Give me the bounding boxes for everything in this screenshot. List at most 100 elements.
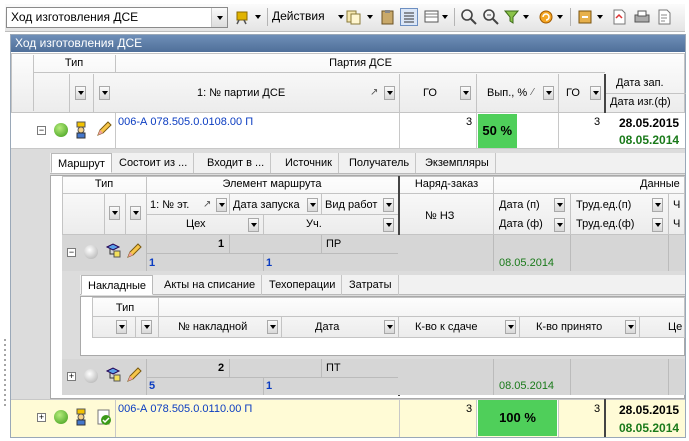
- invoice-type-sort[interactable]: [141, 320, 152, 334]
- route-col-start[interactable]: Дата запуска: [233, 199, 300, 211]
- tab-writeoff-acts[interactable]: Акты на списание: [158, 275, 263, 295]
- edit-pencil-icon[interactable]: [96, 121, 112, 140]
- chevron-down-icon[interactable]: [441, 8, 449, 26]
- col-date-made-header[interactable]: Дата изг.(ф): [610, 96, 671, 108]
- route-col-stage[interactable]: 1: № эт.: [150, 199, 189, 211]
- section-value: 1: [266, 257, 273, 269]
- progress-fill: 100 %: [478, 400, 557, 436]
- type-sort-dropdown[interactable]: [99, 86, 110, 100]
- tab-consists-of[interactable]: Состоит из ...: [113, 153, 195, 173]
- route-col-shop[interactable]: Цех: [186, 218, 206, 230]
- tab-route[interactable]: Маршрут: [51, 153, 112, 173]
- filter-icon[interactable]: [503, 8, 521, 26]
- route-shop-filter[interactable]: [248, 218, 259, 232]
- col-date-start-header[interactable]: Дата зап.: [616, 77, 664, 89]
- route-start-filter[interactable]: [307, 198, 318, 212]
- party-link[interactable]: 006-А 078.505.0.0110.00 П: [118, 403, 252, 415]
- tab-included-in[interactable]: Входит в ...: [201, 153, 272, 173]
- invoice-col-no[interactable]: № накладной: [178, 321, 247, 333]
- worker-icon: [73, 408, 89, 429]
- route-worktype-filter[interactable]: [383, 198, 394, 212]
- progress-track: 100 %: [477, 400, 558, 436]
- actions-label: Действия: [272, 9, 325, 23]
- collapse-row-toggle[interactable]: −: [67, 248, 76, 257]
- route-stage-filter[interactable]: [216, 198, 227, 212]
- document-icon[interactable]: [655, 8, 673, 26]
- invoice-no-filter[interactable]: [267, 320, 278, 334]
- tab-invoices[interactable]: Накладные: [81, 275, 154, 295]
- route-col-labor-p[interactable]: Труд.ед.(п): [576, 199, 631, 211]
- invoice-type-filter[interactable]: [116, 320, 127, 334]
- search-icon[interactable]: [460, 8, 478, 26]
- invoice-col-qty-give[interactable]: К-во к сдаче: [415, 321, 477, 333]
- route-col-data-group: Данные: [640, 178, 680, 190]
- list-view-icon[interactable]: [400, 8, 418, 26]
- route-col-nz[interactable]: № НЗ: [425, 210, 454, 222]
- route-link-icon: [105, 243, 123, 262]
- chevron-down-icon[interactable]: [596, 8, 604, 26]
- tab-instances[interactable]: Экземпляры: [419, 153, 496, 173]
- go-filter-dropdown[interactable]: [460, 86, 471, 100]
- collapse-row-toggle[interactable]: −: [37, 126, 46, 135]
- chevron-down-icon[interactable]: [522, 8, 530, 26]
- route-col-date-p[interactable]: Дата (п): [499, 199, 540, 211]
- tab-source[interactable]: Источник: [279, 153, 339, 173]
- paste-icon[interactable]: [379, 8, 397, 26]
- type-filter-dropdown[interactable]: [75, 86, 86, 100]
- table-row[interactable]: [11, 113, 685, 149]
- route-col-labor-f[interactable]: Труд.ед.(ф): [576, 218, 634, 230]
- chevron-down-icon[interactable]: [254, 8, 262, 26]
- invoice-qty-taken-filter[interactable]: [625, 320, 636, 334]
- chevron-down-icon[interactable]: [556, 8, 564, 26]
- refresh-icon[interactable]: [537, 8, 555, 26]
- sort-icon: ⁄: [532, 87, 534, 98]
- party-link[interactable]: 006-А 078.505.0.0108.00 П: [118, 116, 253, 128]
- table-row[interactable]: [11, 399, 685, 437]
- go2-filter-dropdown[interactable]: [590, 86, 601, 100]
- report-icon[interactable]: [610, 8, 628, 26]
- tab-recipient[interactable]: Получатель: [343, 153, 417, 173]
- done-filter-dropdown[interactable]: [543, 86, 554, 100]
- route-type-sort[interactable]: [130, 206, 141, 220]
- route-col-worktype[interactable]: Вид работ: [325, 199, 377, 211]
- tab-costs[interactable]: Затраты: [343, 275, 399, 295]
- splitter-grip[interactable]: [2, 335, 8, 435]
- tools-icon[interactable]: [234, 8, 252, 26]
- route-col-extra: Ч: [673, 199, 681, 211]
- route-type-filter[interactable]: [109, 206, 120, 220]
- edit-pencil-icon[interactable]: [126, 367, 142, 386]
- route-date-p-filter[interactable]: [554, 198, 565, 212]
- route-labor-p-filter[interactable]: [652, 198, 663, 212]
- invoice-col-date[interactable]: Дата: [315, 321, 339, 333]
- invoice-col-qty-taken[interactable]: К-во принято: [536, 321, 602, 333]
- col-go2-header[interactable]: ГО: [566, 87, 580, 99]
- route-date-f-filter[interactable]: [554, 218, 565, 232]
- chevron-down-icon[interactable]: [211, 8, 227, 27]
- table-view-icon[interactable]: [423, 8, 441, 26]
- actions-menu-button[interactable]: Действия: [272, 9, 344, 23]
- col-go-header[interactable]: ГО: [423, 87, 437, 99]
- route-section-filter[interactable]: [383, 218, 394, 232]
- expand-row-toggle[interactable]: +: [67, 372, 76, 381]
- sort-asc-icon: ↗: [370, 87, 379, 98]
- find-next-icon[interactable]: [482, 8, 500, 26]
- view-select[interactable]: Ход изготовления ДСЕ: [6, 7, 228, 28]
- export-icon[interactable]: [576, 8, 594, 26]
- route-col-date-f[interactable]: Дата (ф): [499, 218, 543, 230]
- chevron-down-icon[interactable]: [366, 8, 374, 26]
- route-labor-f-filter[interactable]: [652, 218, 663, 232]
- invoice-qty-give-filter[interactable]: [505, 320, 516, 334]
- expand-row-toggle[interactable]: +: [37, 413, 46, 422]
- col-done-header[interactable]: Вып., %: [487, 87, 527, 99]
- invoice-date-filter[interactable]: [384, 320, 395, 334]
- print-icon[interactable]: [633, 8, 651, 26]
- col-party-no-header[interactable]: 1: № партии ДСЕ: [197, 87, 285, 99]
- edit-pencil-icon[interactable]: [126, 243, 142, 262]
- party-filter-dropdown[interactable]: [384, 86, 395, 100]
- route-col-section[interactable]: Уч.: [306, 218, 322, 230]
- copy-icon[interactable]: [345, 8, 363, 26]
- approved-doc-icon[interactable]: [96, 408, 112, 429]
- progress-fill: 50 %: [478, 114, 517, 148]
- tab-tech-operations[interactable]: Техоперации: [263, 275, 343, 295]
- stage-value: 1: [218, 238, 225, 250]
